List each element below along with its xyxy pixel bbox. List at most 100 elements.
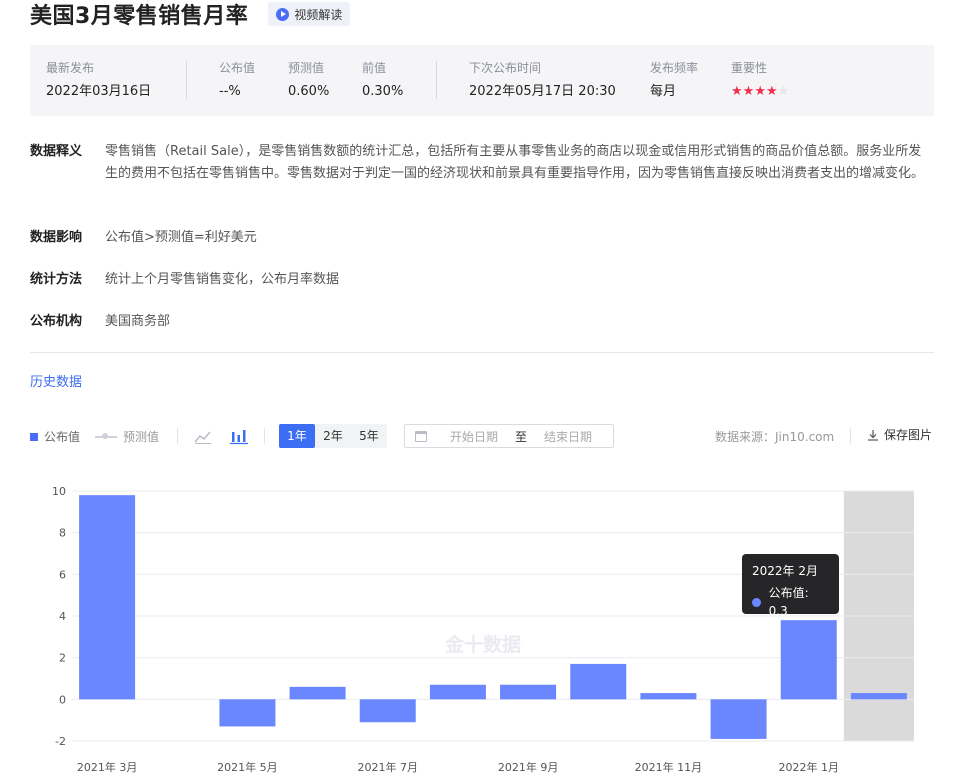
legend-actual[interactable]: 公布值 <box>30 428 80 445</box>
actual: 公布值 --% <box>219 60 255 101</box>
frequency-value: 每月 <box>650 84 677 99</box>
description-label: 统计方法 <box>30 272 83 287</box>
video-explain-button[interactable]: 视频解读 <box>268 2 351 26</box>
page-title: 美国3月零售销售月率 <box>30 4 249 29</box>
star-icon: ★ <box>777 84 790 99</box>
latest-release: 最新发布 2022年03月16日 <box>46 60 151 101</box>
tooltip-dot <box>752 597 761 607</box>
bar[interactable] <box>850 693 907 700</box>
bar-chart-icon[interactable] <box>229 426 249 446</box>
actual-label: 公布值 <box>219 61 256 75</box>
bar[interactable] <box>219 699 276 727</box>
legend-forecast-label: 预测值 <box>123 430 160 444</box>
bar[interactable] <box>570 663 627 700</box>
data-source: 数据来源：Jin10.com <box>715 430 835 444</box>
chart-tooltip: 2022年 2月 公布值: 0.3 <box>742 554 839 618</box>
range-button[interactable]: 5年 <box>351 424 387 448</box>
tooltip-value: 公布值: 0.3 <box>768 586 809 618</box>
latest-release-label: 最新发布 <box>46 61 95 75</box>
bar[interactable] <box>429 684 486 700</box>
description-row: 数据释义 零售销售（Retail Sale），是零售销售数额的统计汇总，包括所有主… <box>30 141 934 185</box>
history-title: 历史数据 <box>30 375 83 390</box>
actual-value: --% <box>219 84 241 99</box>
next-release-value: 2022年05月17日 20:30 <box>469 84 616 99</box>
tooltip-row: 公布值: 0.3 <box>752 584 829 620</box>
range-button[interactable]: 2年 <box>315 424 351 448</box>
bar[interactable] <box>289 686 346 700</box>
title-row: 美国3月零售销售月率 视频解读 <box>30 0 351 29</box>
y-tick-label: 6 <box>59 568 66 581</box>
bar[interactable] <box>359 699 416 723</box>
tooltip-date: 2022年 2月 <box>752 564 818 578</box>
bar[interactable] <box>780 620 837 700</box>
toolbar-separator <box>264 428 265 444</box>
next-release-label: 下次公布时间 <box>469 61 542 75</box>
x-tick-label: 2021年 5月 <box>217 760 278 774</box>
description-row: 统计方法 统计上个月零售销售变化，公布月率数据 <box>30 269 934 291</box>
forecast-value: 0.60% <box>288 84 330 99</box>
save-image-button[interactable]: 保存图片 <box>867 426 932 443</box>
previous-label: 前值 <box>362 61 387 75</box>
play-icon <box>276 7 290 21</box>
range-button[interactable]: 1年 <box>279 424 315 448</box>
star-icon: ★ <box>742 84 755 99</box>
description-text: 公布值>预测值=利好美元 <box>105 230 257 245</box>
description-text: 美国商务部 <box>105 314 171 329</box>
info-divider <box>436 61 437 99</box>
x-tick-label: 2021年 11月 <box>635 760 703 774</box>
importance-stars: ★ ★ ★ ★ ★ <box>731 85 789 99</box>
description-label: 公布机构 <box>30 314 83 329</box>
date-range-picker[interactable]: 开始日期 至 结束日期 <box>404 424 614 448</box>
info-bar: 最新发布 2022年03月16日 公布值 --% 预测值 0.60% 前值 0.… <box>30 45 934 116</box>
importance-label: 重要性 <box>731 61 768 75</box>
x-tick-label: 2022年 1月 <box>779 760 840 774</box>
x-tick-label: 2021年 7月 <box>358 760 419 774</box>
bar[interactable] <box>79 495 136 700</box>
description-text: 零售销售（Retail Sale），是零售销售数额的统计汇总，包括所有主要从事零… <box>105 144 925 181</box>
range-selector: 1年 2年 5年 <box>279 424 387 448</box>
description-text: 统计上个月零售销售变化，公布月率数据 <box>105 272 340 287</box>
y-tick-label: 0 <box>59 693 66 706</box>
line-chart-icon[interactable] <box>193 426 213 446</box>
bar[interactable] <box>710 699 767 739</box>
y-tick-label: 2 <box>59 652 66 665</box>
y-tick-label: 8 <box>59 527 66 540</box>
description-label: 数据释义 <box>30 144 83 159</box>
save-image-label: 保存图片 <box>884 428 933 442</box>
next-release: 下次公布时间 2022年05月17日 20:30 <box>469 60 616 101</box>
bar[interactable] <box>500 684 557 700</box>
star-icon: ★ <box>754 84 766 99</box>
previous-value: 0.30% <box>362 84 404 99</box>
toolbar-separator <box>850 428 851 444</box>
description-row: 数据影响 公布值>预测值=利好美元 <box>30 227 934 249</box>
forecast-label: 预测值 <box>288 61 325 75</box>
toolbar-separator <box>177 428 178 444</box>
importance: 重要性 ★ ★ ★ ★ ★ <box>731 60 789 99</box>
y-tick-label: -2 <box>55 735 66 748</box>
legend-forecast[interactable]: 预测值 <box>95 428 159 445</box>
video-explain-label: 视频解读 <box>294 7 343 22</box>
latest-release-value: 2022年03月16日 <box>46 84 152 99</box>
x-tick-label: 2021年 9月 <box>498 760 559 774</box>
legend-actual-swatch <box>30 432 38 441</box>
end-date-input[interactable]: 结束日期 <box>533 428 603 445</box>
download-icon <box>868 429 878 441</box>
legend-actual-label: 公布值 <box>44 430 81 444</box>
description-row: 公布机构 美国商务部 <box>30 311 934 333</box>
bar-chart: -2 0 2 4 6 8 10 金十数据 2021年 3月 2021年 5月 2021年 7月 202… <box>52 485 914 774</box>
calendar-icon <box>415 430 427 442</box>
legend-forecast-swatch <box>95 432 117 439</box>
watermark: 金十数据 <box>444 633 521 656</box>
frequency-label: 发布频率 <box>650 61 699 75</box>
date-to-label: 至 <box>515 429 528 444</box>
x-tick-label: 2021年 3月 <box>77 760 138 774</box>
y-tick-label: 4 <box>59 610 66 623</box>
star-icon: ★ <box>765 84 778 99</box>
description-label: 数据影响 <box>30 230 83 245</box>
chart-toolbar: 公布值 预测值 1年 2年 5年 开始日期 至 结束日期 数据来源：Jin10.co… <box>30 424 934 448</box>
bar[interactable] <box>640 693 697 700</box>
y-tick-label: 10 <box>52 485 66 498</box>
info-divider <box>186 61 187 99</box>
star-icon: ★ <box>731 84 743 99</box>
start-date-input[interactable]: 开始日期 <box>439 428 509 445</box>
